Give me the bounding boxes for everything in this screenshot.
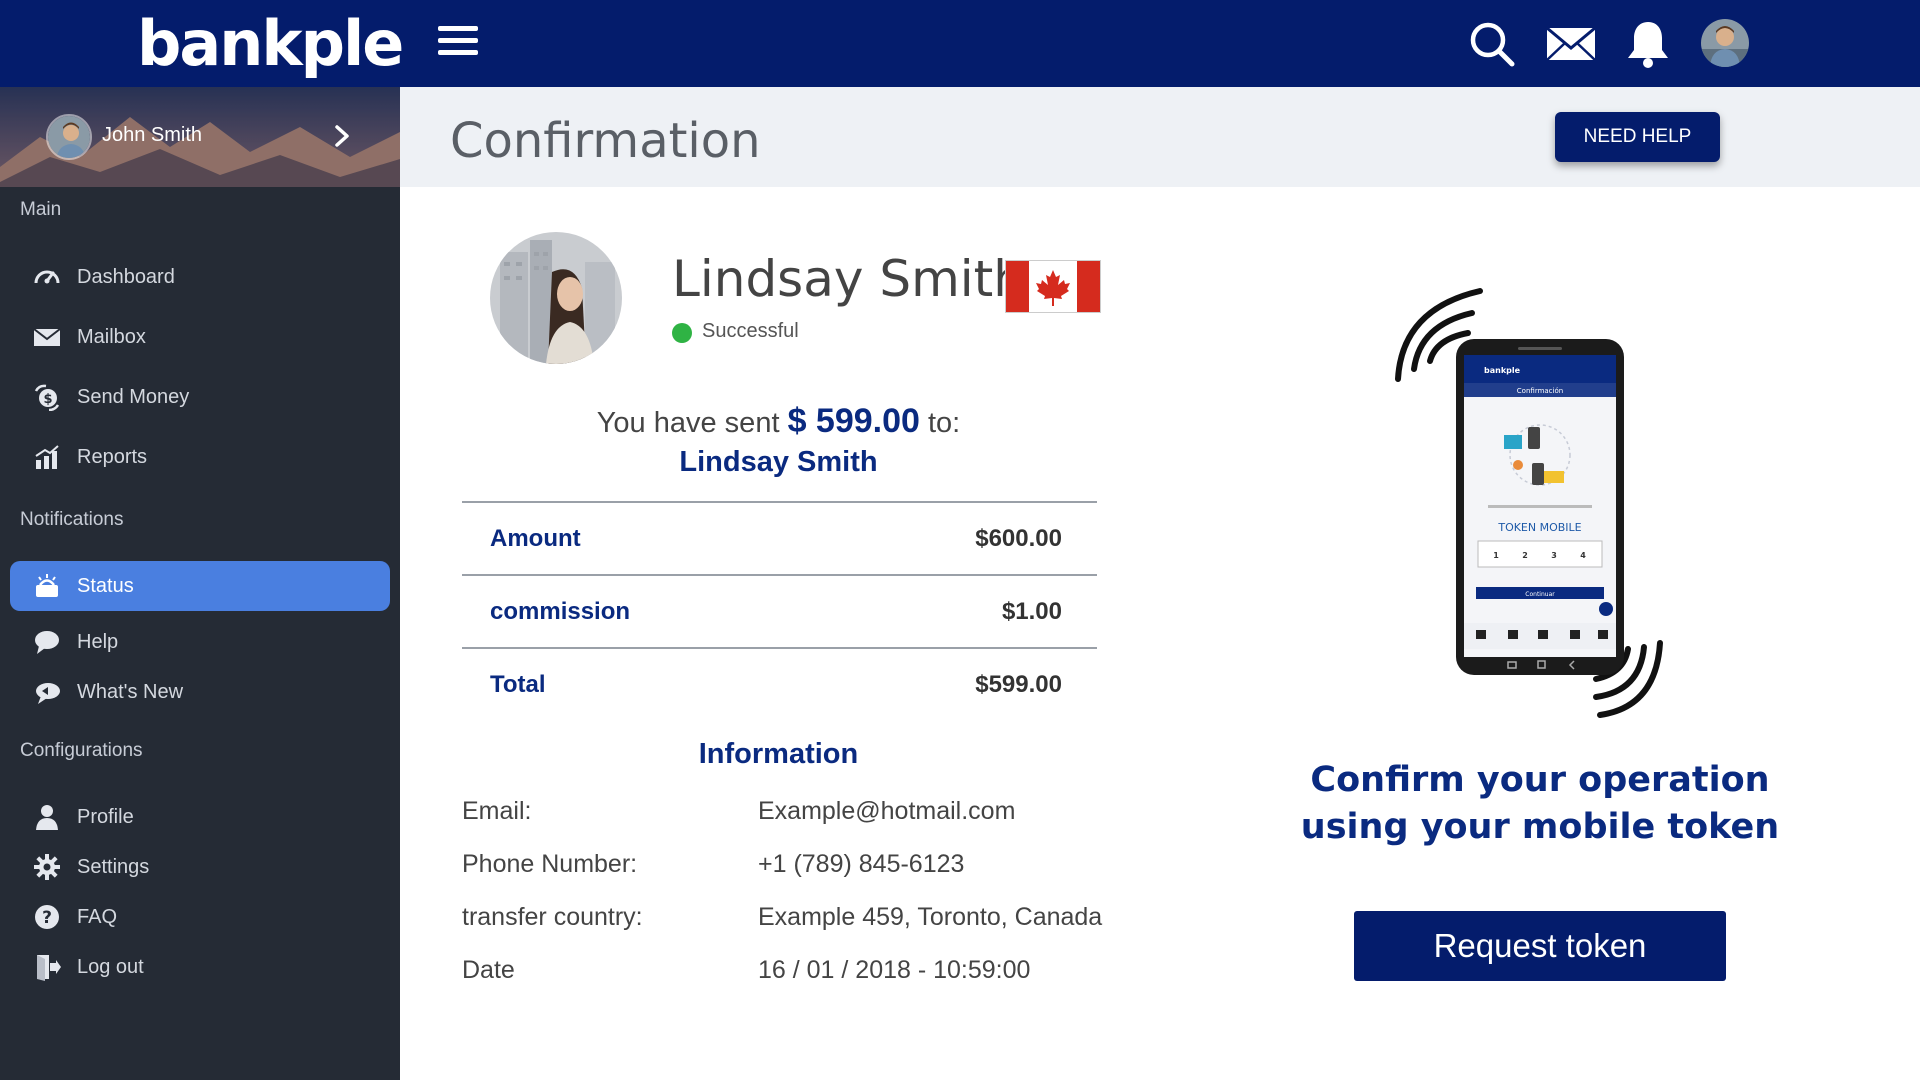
logout-icon — [32, 952, 62, 982]
info-key: transfer country: — [462, 903, 643, 931]
request-token-button[interactable]: Request token — [1354, 911, 1726, 981]
status-icon — [32, 571, 62, 601]
sidebar-item-logout[interactable]: Log out — [10, 942, 390, 992]
amount-summary-table: Amount $600.00 commission $1.00 Total $5… — [462, 501, 1097, 720]
info-key: Phone Number: — [462, 850, 638, 878]
avatar — [46, 114, 92, 160]
sidebar-item-label: Help — [77, 630, 119, 653]
menu-toggle-icon[interactable] — [438, 26, 478, 60]
svg-text:4: 4 — [1580, 551, 1586, 560]
search-icon[interactable] — [1466, 18, 1518, 70]
info-value: 16 / 01 / 2018 - 10:59:00 — [758, 956, 1031, 984]
mobile-token-illustration: bankple Confirmación TOKEN MOBILE 1 2 3 … — [1388, 287, 1670, 723]
sent-suffix: to: — [928, 407, 961, 439]
svg-text:?: ? — [42, 908, 52, 928]
need-help-button[interactable]: NEED HELP — [1555, 112, 1720, 162]
sidebar-item-whats-new[interactable]: What's New — [10, 667, 390, 717]
summary-value: $599.00 — [975, 670, 1062, 698]
speedometer-icon — [32, 262, 62, 292]
info-value: Example 459, Toronto, Canada — [758, 903, 1103, 931]
sidebar-item-label: Dashboard — [77, 265, 175, 288]
recipient-name: Lindsay Smith — [672, 250, 1025, 308]
summary-value: $600.00 — [975, 524, 1062, 552]
recipient-avatar — [490, 232, 622, 364]
sidebar-item-faq[interactable]: ? FAQ — [10, 892, 390, 942]
page-header: Confirmation NEED HELP — [400, 87, 1920, 187]
section-title-configurations: Configurations — [20, 740, 143, 761]
summary-label: Total — [490, 670, 546, 698]
mail-icon — [32, 322, 62, 352]
sent-prefix: You have sent — [596, 407, 780, 439]
mail-icon[interactable] — [1545, 18, 1597, 70]
phone-app-title: Confirmación — [1517, 387, 1563, 395]
summary-label: Amount — [490, 524, 581, 552]
sidebar-item-label: Log out — [77, 955, 144, 978]
gear-icon — [32, 852, 62, 882]
sidebar-item-label: What's New — [77, 680, 184, 703]
summary-row-amount: Amount $600.00 — [462, 501, 1097, 574]
info-key: Email: — [462, 797, 532, 825]
sidebar-item-status[interactable]: Status — [10, 561, 390, 611]
sidebar-item-dashboard[interactable]: Dashboard — [10, 252, 390, 302]
section-title-main: Main — [20, 199, 62, 220]
sidebar-item-label: Profile — [77, 805, 134, 828]
confirm-token-message: Confirm your operation using your mobile… — [1300, 760, 1780, 847]
sidebar-item-label: Send Money — [77, 385, 190, 408]
megaphone-icon — [32, 677, 62, 707]
section-title-notifications: Notifications — [20, 509, 124, 530]
phone-token-label: TOKEN MOBILE — [1497, 521, 1581, 534]
svg-text:2: 2 — [1522, 551, 1528, 560]
money-transfer-icon: $ — [32, 382, 62, 412]
summary-label: commission — [490, 597, 631, 625]
brand-logo[interactable]: bankple — [137, 7, 404, 80]
svg-text:Continuar: Continuar — [1525, 591, 1555, 598]
sidebar-item-label: Status — [77, 574, 134, 597]
info-key: Date — [462, 956, 515, 984]
sent-to-name: Lindsay Smith — [679, 446, 878, 478]
bar-chart-icon — [32, 442, 62, 472]
chat-bubble-icon — [32, 627, 62, 657]
canada-flag-icon — [1005, 260, 1101, 313]
page-title: Confirmation — [450, 113, 761, 169]
sidebar-item-help[interactable]: Help — [10, 617, 390, 667]
sent-amount: $ 599.00 — [787, 402, 920, 440]
sent-summary: You have sent $ 599.00 to: — [460, 402, 1097, 441]
svg-text:$: $ — [43, 392, 52, 407]
sidebar-profile[interactable]: John Smith — [0, 87, 400, 187]
sidebar-item-send-money[interactable]: $ Send Money — [10, 372, 390, 422]
sidebar-item-mailbox[interactable]: Mailbox — [10, 312, 390, 362]
sidebar-item-reports[interactable]: Reports — [10, 432, 390, 482]
sidebar-item-profile[interactable]: Profile — [10, 792, 390, 842]
top-navbar: bankple — [0, 0, 1920, 87]
info-value: +1 (789) 845-6123 — [758, 850, 965, 878]
sidebar-item-label: Mailbox — [77, 325, 146, 348]
summary-row-commission: commission $1.00 — [462, 574, 1097, 647]
information-title: Information — [698, 738, 859, 770]
status-indicator — [672, 323, 692, 343]
sidebar-item-label: FAQ — [77, 905, 118, 928]
sidebar: John Smith Main Dashboard Mailbox $ Send… — [0, 87, 400, 1080]
summary-value: $1.00 — [1001, 597, 1062, 625]
summary-row-total: Total $599.00 — [462, 647, 1097, 720]
sidebar-user-name: John Smith — [102, 124, 203, 146]
user-icon — [32, 802, 62, 832]
status-badge: Successful — [702, 320, 799, 342]
svg-text:1: 1 — [1493, 551, 1499, 560]
svg-text:bankple: bankple — [1484, 366, 1521, 375]
sidebar-item-settings[interactable]: Settings — [10, 842, 390, 892]
chevron-right-icon[interactable] — [330, 121, 354, 156]
user-avatar[interactable] — [1701, 19, 1749, 67]
bell-icon[interactable] — [1622, 18, 1674, 70]
sidebar-item-label: Settings — [77, 855, 150, 878]
sidebar-item-label: Reports — [77, 445, 148, 468]
svg-text:3: 3 — [1551, 551, 1557, 560]
question-icon: ? — [32, 902, 62, 932]
info-value: Example@hotmail.com — [758, 797, 1016, 825]
